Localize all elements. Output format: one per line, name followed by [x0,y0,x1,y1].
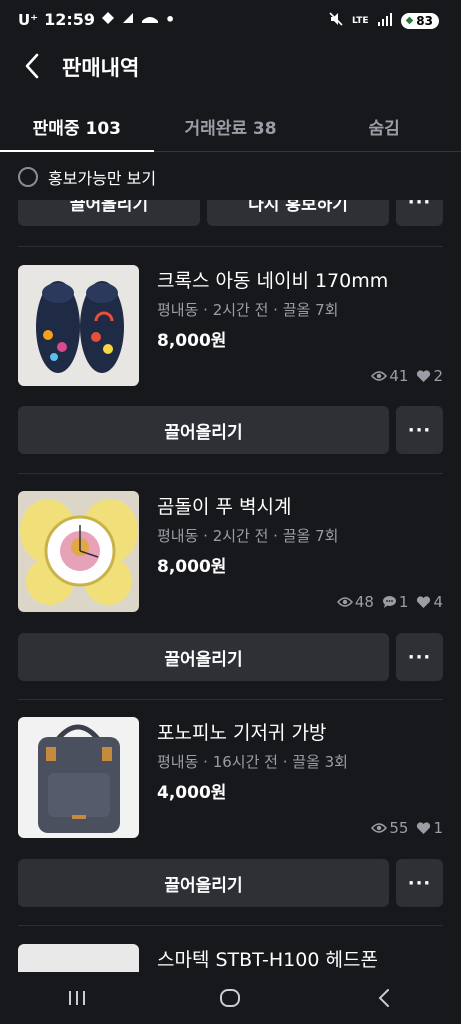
product-price: 8,000원 [157,331,227,351]
home-button[interactable] [200,978,260,1018]
likes-count: 1 [433,819,443,837]
battery-level: 83 [416,13,433,28]
signal-icon [377,12,393,29]
product-title[interactable]: 크록스 아동 네이비 170mm [157,266,388,293]
views-stat: 55 [371,819,408,837]
product-thumbnail-headphones[interactable] [18,944,139,972]
home-icon [220,989,241,1007]
status-bar: U⁺ 12:59 • LTE ◆ 83 [0,0,461,40]
back-icon [378,989,390,1007]
recent-apps-button[interactable] [47,978,107,1018]
product-stats: 55 1 [367,819,443,837]
promote-again-label: 다시 홍보하기 [248,200,348,215]
product-meta: 평내동 · 16시간 전 · 끌올 3회 [157,753,348,771]
carrier-label: U⁺ [18,10,39,29]
bump-button-label: 끌어올리기 [164,422,243,443]
chats-count: 1 [398,593,409,611]
chat-bubble-icon [382,595,397,609]
battery-saver-icon: ◆ [405,15,414,26]
chevron-left-icon [25,53,39,79]
bump-button[interactable]: 끌어올리기 [18,406,389,454]
tab-bar: 판매중 103 거래완료 38 숨김 [0,100,461,152]
tab-completed[interactable]: 거래완료 38 [154,100,308,151]
bump-button-label: 끌어올리기 [69,200,149,215]
recent-apps-icon [68,991,85,1005]
tab-selling[interactable]: 판매중 103 [0,100,154,152]
system-nav-bar [0,972,461,1024]
product-title[interactable]: 포노피노 기저귀 가방 [157,718,326,745]
chats-stat: 1 [382,593,409,611]
product-price: 4,000원 [157,783,227,803]
page-title: 판매내역 [62,56,140,80]
bump-button[interactable]: 끌어올리기 [18,633,389,681]
heart-icon [416,821,431,835]
tab-hidden[interactable]: 숨김 [307,100,461,151]
product-price: 8,000원 [157,557,227,577]
likes-count: 4 [433,593,443,611]
list-divider [18,699,443,700]
back-button[interactable] [14,48,50,84]
status-time: 12:59 [44,10,96,29]
product-thumbnail-diaper-bag[interactable] [18,717,139,838]
product-title[interactable]: 곰돌이 푸 벽시계 [157,492,291,519]
status-left: U⁺ 12:59 • [18,10,175,29]
views-stat: 41 [371,367,408,385]
more-dots-icon: ··· [407,419,432,441]
product-stats: 48 1 4 [333,593,443,611]
views-count: 55 [389,819,409,837]
more-dots-icon: ··· [407,200,432,213]
likes-stat: 2 [416,367,443,385]
heart-icon [416,369,431,383]
filter-radio[interactable] [18,167,38,187]
product-meta: 평내동 · 2시간 전 · 끌올 7회 [157,301,339,319]
list-divider [18,473,443,474]
notification-icon [121,11,135,29]
more-dots-icon: ··· [407,872,432,894]
product-stats: 41 2 [367,367,443,385]
more-button-partial[interactable]: ··· [396,200,443,226]
mute-icon [328,11,344,30]
bump-button-label: 끌어올리기 [164,875,243,896]
app-header: 판매내역 [0,40,461,96]
system-back-button[interactable] [354,978,414,1018]
product-title[interactable]: 스마텍 STBT-H100 헤드폰 [157,945,378,972]
product-list[interactable]: 끌어올리기 다시 홍보하기 ··· 크록스 아동 네이비 170mm 평내동 ·… [0,200,461,972]
more-button[interactable]: ··· [396,859,443,907]
filter-label: 홍보가능만 보기 [48,169,157,188]
views-count: 48 [354,593,374,611]
navigation-icon [101,11,115,29]
battery-indicator: ◆ 83 [400,12,439,29]
likes-stat: 1 [416,819,443,837]
likes-stat: 4 [416,593,443,611]
likes-count: 2 [433,367,443,385]
product-meta: 평내동 · 2시간 전 · 끌올 7회 [157,527,339,545]
eye-icon [336,596,353,608]
more-notifications-dot: • [165,10,176,29]
promo-filter[interactable]: 홍보가능만 보기 [18,165,156,189]
more-button[interactable]: ··· [396,633,443,681]
views-stat: 48 [336,593,374,611]
more-dots-icon: ··· [407,646,432,668]
promote-again-button[interactable]: 다시 홍보하기 [207,200,389,226]
list-divider [18,246,443,247]
eye-icon [371,370,388,382]
views-count: 41 [389,367,409,385]
bump-button-label: 끌어올리기 [164,649,243,670]
network-label: LTE [352,15,369,26]
product-thumbnail-clock[interactable] [18,491,139,612]
status-right: LTE ◆ 83 [328,11,439,30]
list-divider [18,925,443,926]
bump-button-partial[interactable]: 끌어올리기 [18,200,200,226]
heart-icon [416,595,431,609]
bump-button[interactable]: 끌어올리기 [18,859,389,907]
more-button[interactable]: ··· [396,406,443,454]
app-notification-icon [141,12,159,28]
eye-icon [371,822,388,834]
product-thumbnail-crocs[interactable] [18,265,139,386]
